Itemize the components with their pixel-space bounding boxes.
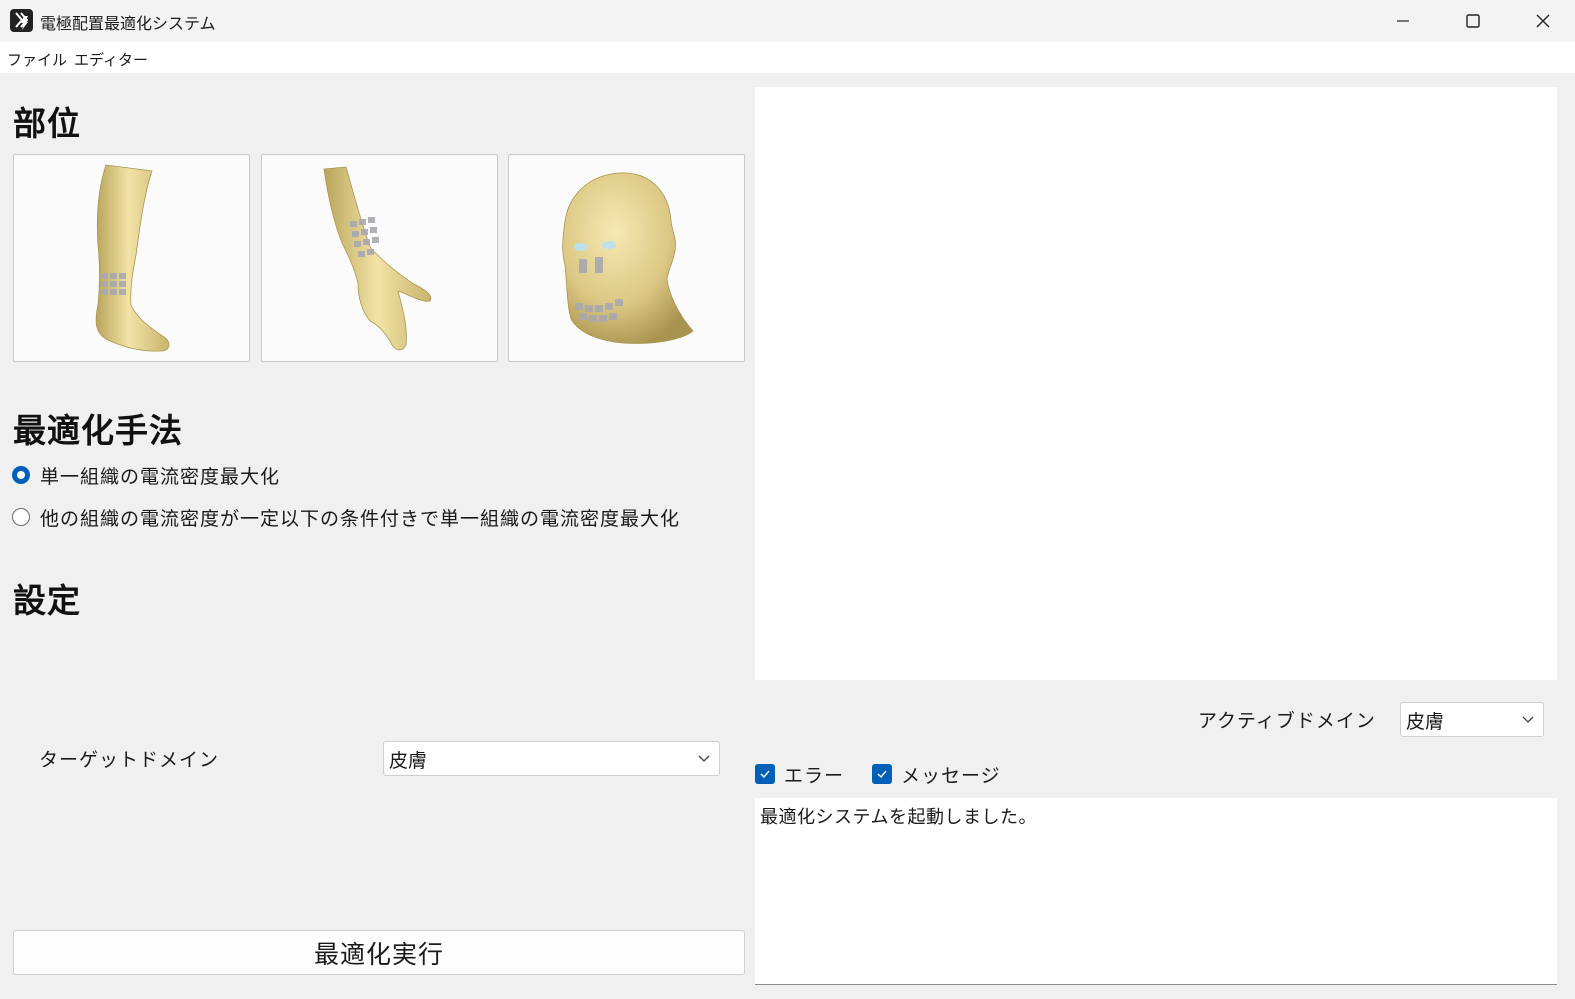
- radio-selected[interactable]: [12, 466, 30, 484]
- chevron-down-icon: [1522, 716, 1534, 723]
- chevron-down-icon: [698, 755, 710, 762]
- menu-bar: ファイル エディター: [0, 42, 1575, 73]
- checkbox-checked[interactable]: [755, 764, 775, 784]
- target-domain-label: ターゲットドメイン: [39, 749, 220, 771]
- method-option-label: 単一組織の電流密度最大化: [40, 465, 281, 488]
- app-window: 電極配置最適化システム ファイル エディター 部位 最適化手法 単一組織の電流密…: [0, 0, 1575, 999]
- method-heading: 最適化手法: [13, 411, 183, 450]
- arm-model-icon: [323, 166, 432, 351]
- error-filter-label: エラー: [784, 764, 845, 787]
- run-optimization-button[interactable]: 最適化実行: [13, 930, 745, 975]
- checkbox-checked[interactable]: [872, 764, 892, 784]
- check-icon: [877, 770, 887, 779]
- model-viewport[interactable]: [755, 87, 1557, 680]
- maximize-button[interactable]: [1438, 0, 1508, 42]
- body-part-arm-button[interactable]: [261, 154, 498, 362]
- method-option-single[interactable]: 単一組織の電流密度最大化: [12, 463, 281, 488]
- error-filter-checkbox[interactable]: エラー: [755, 762, 845, 787]
- target-domain-value: 皮膚: [389, 750, 428, 772]
- message-filter-checkbox[interactable]: メッセージ: [872, 762, 1001, 787]
- title-bar[interactable]: 電極配置最適化システム: [0, 0, 1575, 42]
- check-icon: [760, 770, 770, 779]
- log-output[interactable]: 最適化システムを起動しました。: [755, 798, 1557, 985]
- body-part-leg-button[interactable]: [13, 154, 250, 362]
- leg-model-icon: [95, 164, 170, 352]
- body-part-heading: 部位: [13, 104, 81, 143]
- radio-unselected[interactable]: [12, 508, 30, 526]
- maximize-icon: [1466, 14, 1480, 28]
- method-option-label: 他の組織の電流密度が一定以下の条件付きで単一組織の電流密度最大化: [40, 507, 681, 530]
- close-button[interactable]: [1508, 0, 1575, 42]
- target-domain-select[interactable]: 皮膚: [383, 741, 720, 776]
- menu-file[interactable]: ファイル: [7, 49, 67, 70]
- close-icon: [1536, 14, 1550, 28]
- head-model-icon: [562, 172, 694, 344]
- settings-heading: 設定: [13, 581, 81, 620]
- active-domain-label: アクティブドメイン: [1198, 710, 1376, 732]
- window-title: 電極配置最適化システム: [40, 14, 216, 33]
- log-line: 最適化システムを起動しました。: [760, 807, 1037, 828]
- message-filter-label: メッセージ: [901, 764, 1001, 787]
- minimize-button[interactable]: [1368, 0, 1438, 42]
- method-option-constrained[interactable]: 他の組織の電流密度が一定以下の条件付きで単一組織の電流密度最大化: [12, 505, 681, 530]
- active-domain-value: 皮膚: [1406, 711, 1445, 733]
- menu-editor[interactable]: エディター: [74, 49, 148, 70]
- app-logo-icon: [10, 9, 33, 32]
- active-domain-select[interactable]: 皮膚: [1400, 702, 1544, 737]
- minimize-icon: [1397, 20, 1409, 22]
- body-part-head-button[interactable]: [508, 154, 745, 362]
